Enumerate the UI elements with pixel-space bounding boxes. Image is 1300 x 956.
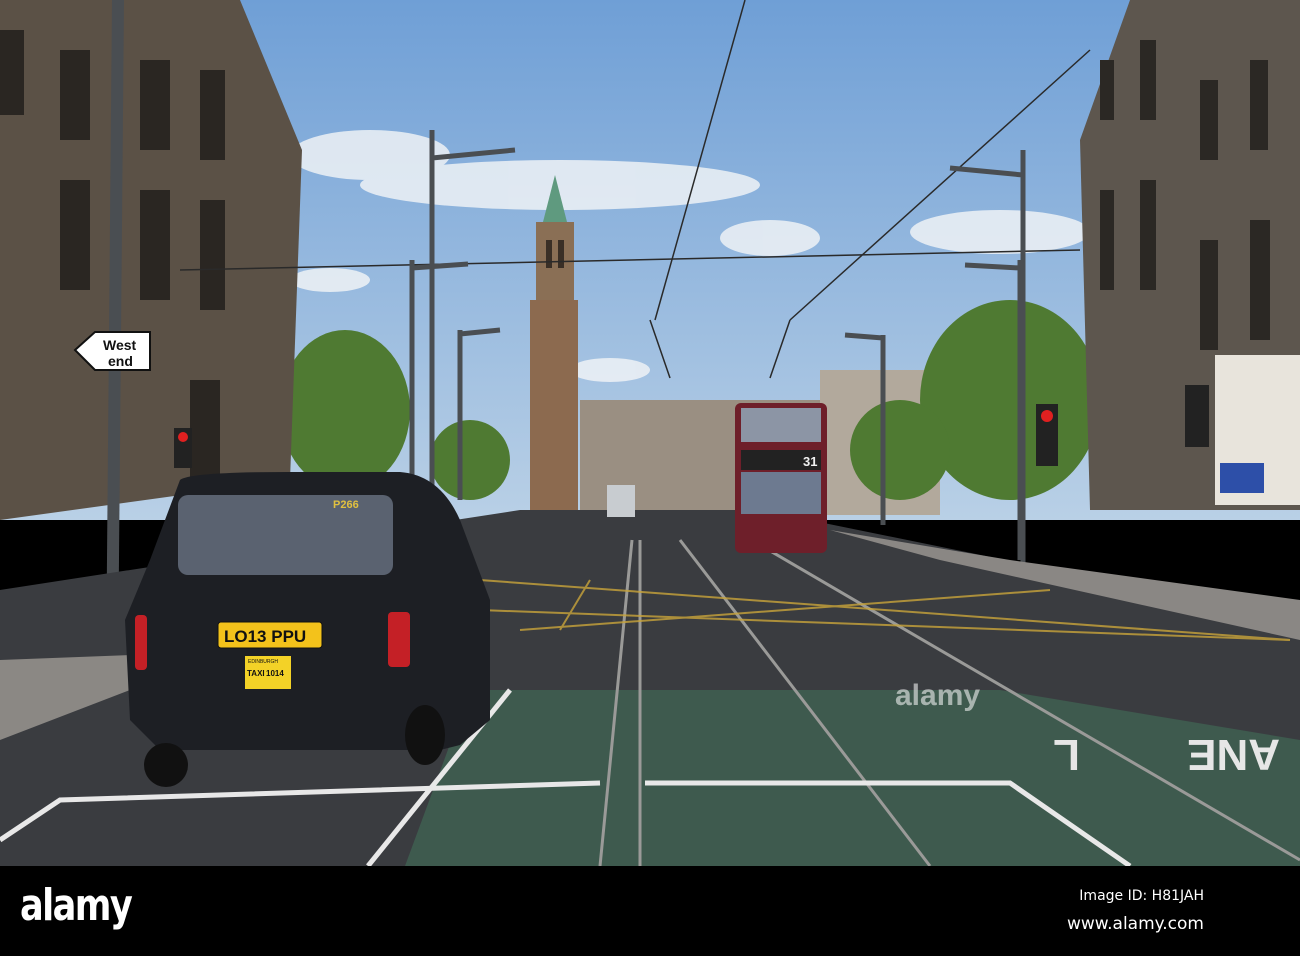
church-tower — [530, 175, 578, 515]
tram — [607, 485, 635, 517]
lane-text-ane: ANE — [1187, 730, 1280, 779]
watermark-bar: alamy Image ID: H81JAH www.alamy.com — [0, 866, 1300, 956]
black-taxi: LO13 PPU P266 EDINBURGH TAXI 1014 — [125, 472, 490, 787]
street-photo: ANE L 31 West end LO13 PPU P266 EDINBURG… — [0, 0, 1300, 866]
taxi-licence-number: 1014 — [266, 669, 284, 678]
lane-text-l: L — [1053, 730, 1080, 779]
taxi-licence-label: TAXI — [247, 669, 265, 678]
west-end-sign-line2: end — [108, 353, 133, 369]
blue-sign — [1220, 463, 1264, 493]
double-decker-bus: 31 — [735, 403, 827, 553]
watermark-overlay-text: alamy — [895, 679, 980, 712]
alamy-logo: alamy — [20, 880, 133, 931]
image-id: Image ID: H81JAH — [1079, 888, 1204, 904]
website-link[interactable]: www.alamy.com — [1067, 914, 1204, 934]
taxi-plate: LO13 PPU — [224, 627, 306, 646]
west-end-sign-line1: West — [103, 337, 137, 353]
bus-route-number: 31 — [803, 454, 817, 469]
taxi-licence-city: EDINBURGH — [248, 659, 278, 665]
taxi-fleet-number: P266 — [333, 499, 359, 511]
left-building — [0, 0, 302, 520]
watermark-overlay: alamy — [895, 679, 980, 712]
